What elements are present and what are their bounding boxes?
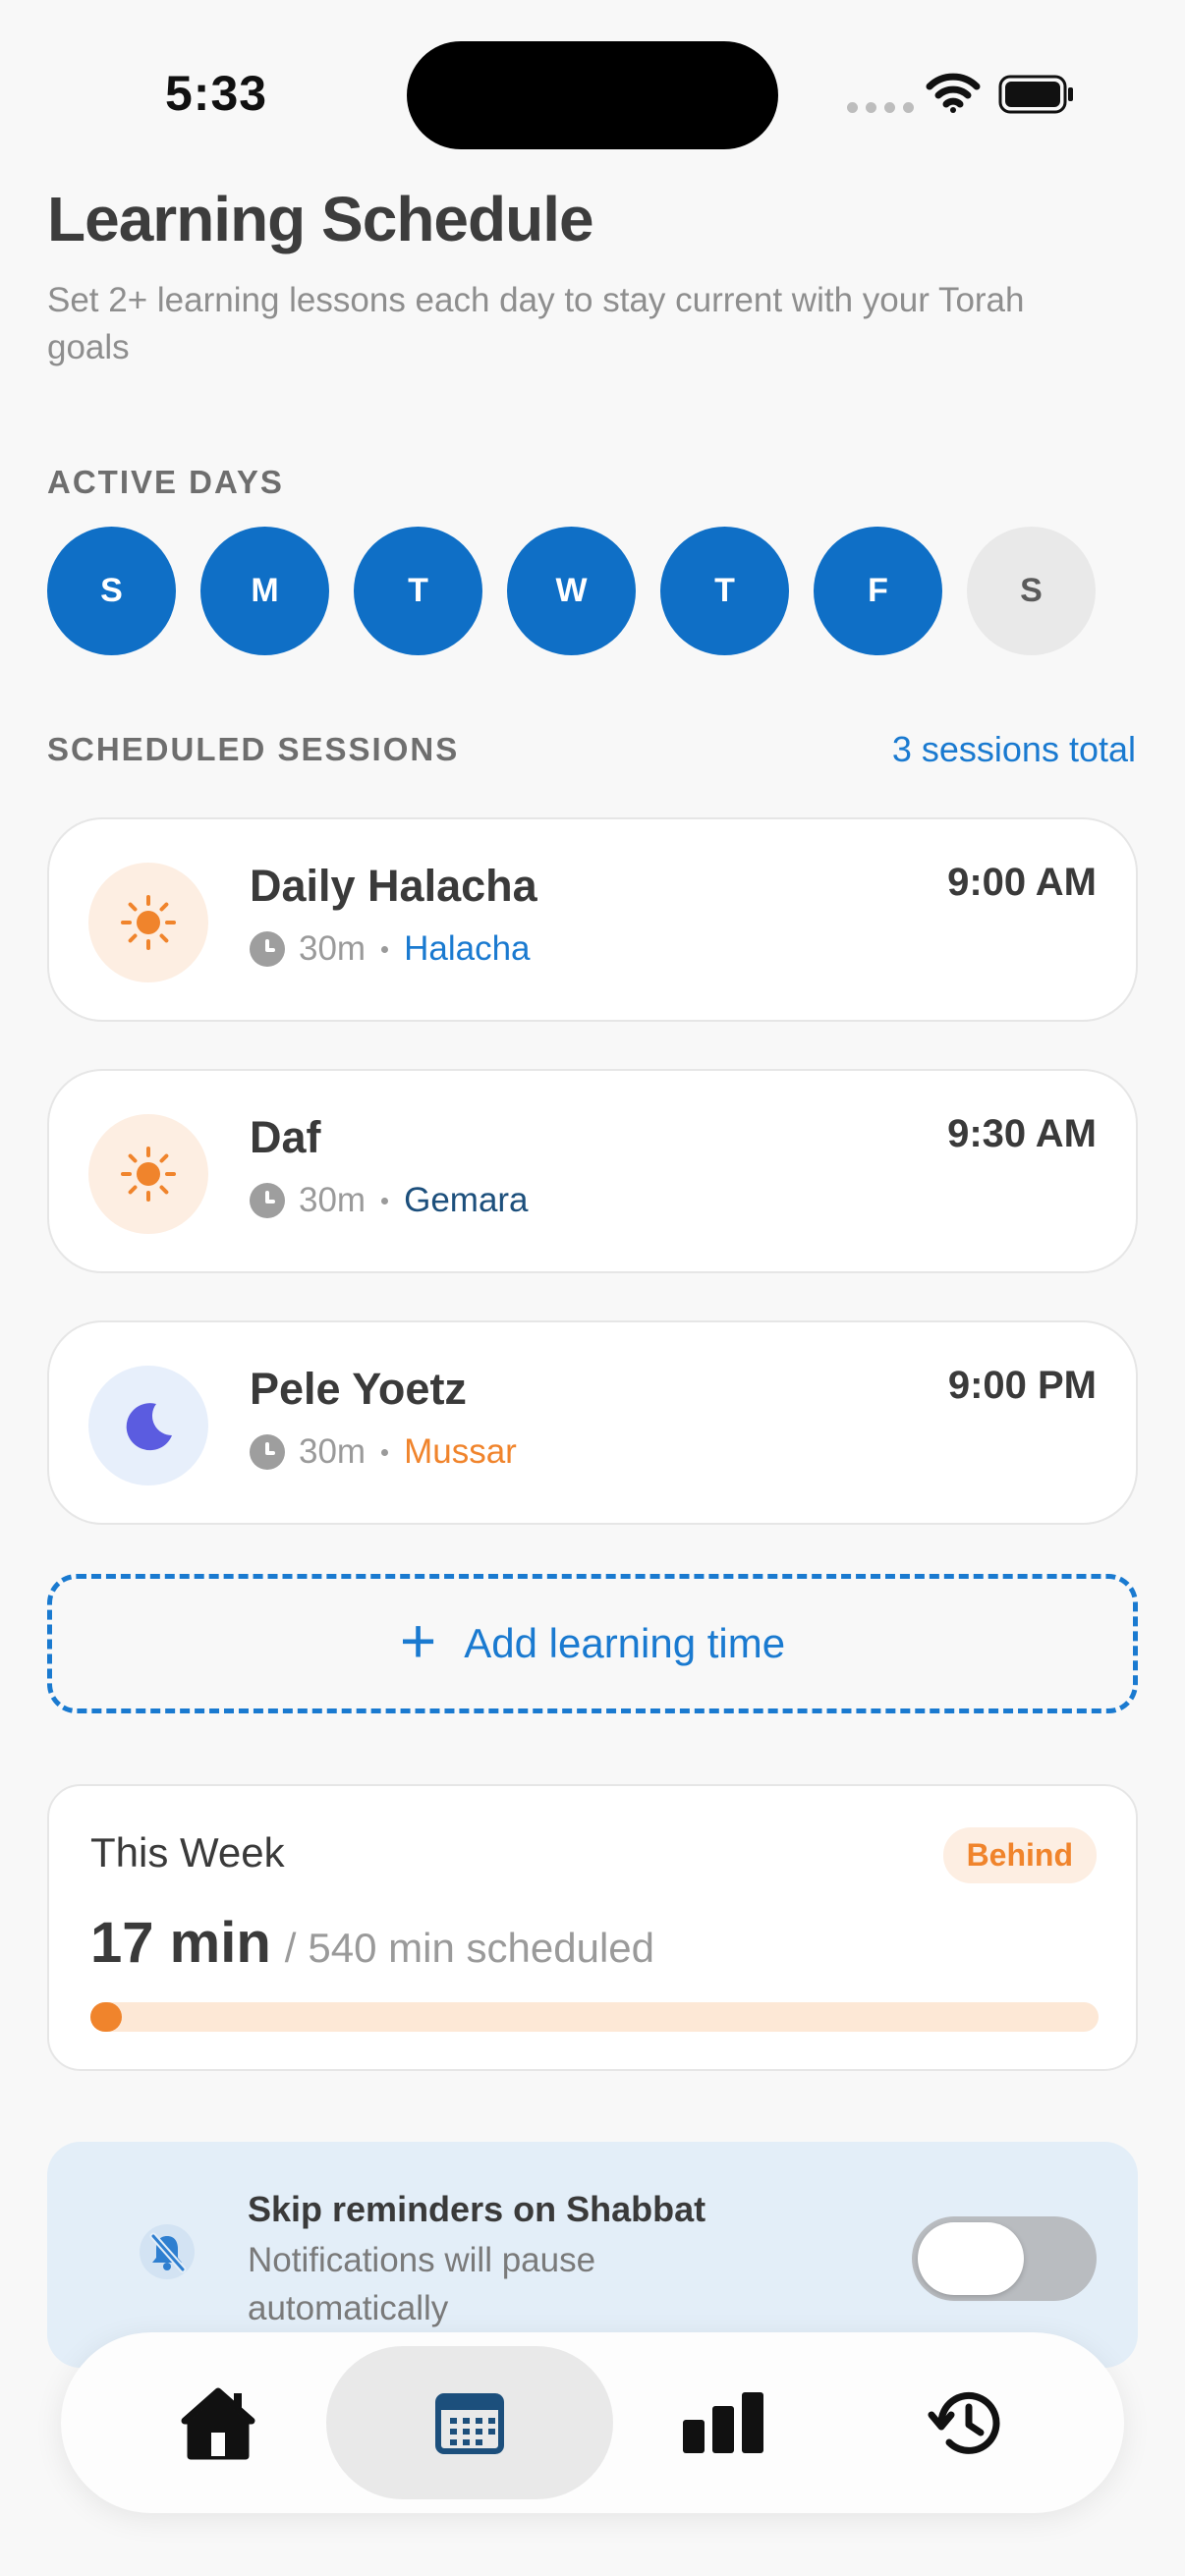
tab-schedule[interactable] bbox=[326, 2346, 613, 2499]
day-toggle-friday[interactable]: F bbox=[814, 527, 942, 655]
sun-icon bbox=[88, 863, 208, 982]
session-meta: 30m Gemara bbox=[250, 1181, 529, 1220]
session-category: Gemara bbox=[404, 1181, 529, 1219]
battery-icon bbox=[998, 75, 1073, 114]
session-card[interactable]: Daily Halacha 9:00 AM 30m Halacha bbox=[47, 817, 1138, 1022]
separator-dot bbox=[381, 1197, 389, 1204]
history-icon bbox=[928, 2391, 1000, 2454]
status-badge: Behind bbox=[942, 1827, 1097, 1883]
moon-icon bbox=[88, 1366, 208, 1485]
dynamic-island bbox=[407, 41, 778, 149]
session-duration: 30m bbox=[299, 1181, 367, 1219]
active-days-row: S M T W T F S bbox=[47, 527, 1096, 655]
session-card[interactable]: Pele Yoetz 9:00 PM 30m Mussar bbox=[47, 1320, 1138, 1525]
session-name: Daily Halacha bbox=[250, 861, 537, 911]
day-toggle-thursday[interactable]: T bbox=[660, 527, 789, 655]
tab-home[interactable] bbox=[75, 2346, 362, 2499]
wifi-icon bbox=[926, 73, 981, 113]
session-time: 9:00 AM bbox=[947, 861, 1097, 904]
separator-dot bbox=[381, 945, 389, 953]
minutes-completed: 17 min bbox=[90, 1911, 271, 1975]
toggle-knob bbox=[918, 2222, 1024, 2295]
add-learning-time-button[interactable]: + Add learning time bbox=[47, 1574, 1138, 1713]
progress-track bbox=[90, 2002, 1099, 2032]
page-title: Learning Schedule bbox=[47, 184, 594, 254]
session-meta: 30m Halacha bbox=[250, 929, 531, 969]
clock-icon bbox=[250, 1434, 285, 1470]
shabbat-toggle[interactable] bbox=[912, 2216, 1097, 2301]
session-time: 9:00 PM bbox=[947, 1364, 1097, 1407]
session-category: Mussar bbox=[404, 1432, 517, 1471]
session-name: Daf bbox=[250, 1112, 321, 1162]
cellular-signal-icon bbox=[847, 102, 914, 113]
day-toggle-monday[interactable]: M bbox=[200, 527, 329, 655]
day-toggle-tuesday[interactable]: T bbox=[354, 527, 482, 655]
this-week-title: This Week bbox=[90, 1829, 285, 1876]
sessions-total: 3 sessions total bbox=[891, 729, 1136, 769]
minutes-separator: / bbox=[284, 1925, 297, 1971]
session-card[interactable]: Daf 9:30 AM 30m Gemara bbox=[47, 1069, 1138, 1273]
session-category: Halacha bbox=[404, 929, 531, 968]
add-learning-time-label: Add learning time bbox=[464, 1620, 786, 1666]
minutes-summary: 17 min / 540 min scheduled bbox=[90, 1910, 654, 1976]
progress-fill bbox=[90, 2002, 122, 2032]
session-time: 9:30 AM bbox=[947, 1112, 1097, 1155]
day-toggle-sunday[interactable]: S bbox=[47, 527, 176, 655]
shabbat-title: Skip reminders on Shabbat bbox=[248, 2189, 706, 2229]
session-name: Pele Yoetz bbox=[250, 1364, 467, 1414]
plus-icon: + bbox=[399, 1605, 437, 1676]
clock-icon bbox=[250, 931, 285, 967]
page-subtitle: Set 2+ learning lessons each day to stay… bbox=[47, 281, 1025, 366]
tab-bar bbox=[61, 2332, 1124, 2513]
session-duration: 30m bbox=[299, 1432, 367, 1471]
this-week-card: This Week Behind 17 min / 540 min schedu… bbox=[47, 1784, 1138, 2071]
day-toggle-wednesday[interactable]: W bbox=[507, 527, 636, 655]
scheduled-sessions-label: SCHEDULED SESSIONS bbox=[47, 731, 460, 767]
calendar-icon bbox=[435, 2393, 504, 2454]
bell-off-icon bbox=[140, 2224, 195, 2279]
separator-dot bbox=[381, 1448, 389, 1456]
clock-icon bbox=[250, 1183, 285, 1218]
bar-chart-icon bbox=[683, 2392, 763, 2453]
active-days-label: ACTIVE DAYS bbox=[47, 464, 284, 500]
session-duration: 30m bbox=[299, 929, 367, 968]
sun-icon bbox=[88, 1114, 208, 1234]
tab-history[interactable] bbox=[823, 2346, 1110, 2499]
shabbat-subtitle: Notifications will pause automatically bbox=[248, 2241, 596, 2327]
minutes-scheduled: 540 min scheduled bbox=[308, 1925, 654, 1971]
session-meta: 30m Mussar bbox=[250, 1432, 517, 1472]
day-toggle-saturday[interactable]: S bbox=[967, 527, 1096, 655]
home-icon bbox=[181, 2387, 255, 2460]
status-time: 5:33 bbox=[165, 66, 268, 121]
